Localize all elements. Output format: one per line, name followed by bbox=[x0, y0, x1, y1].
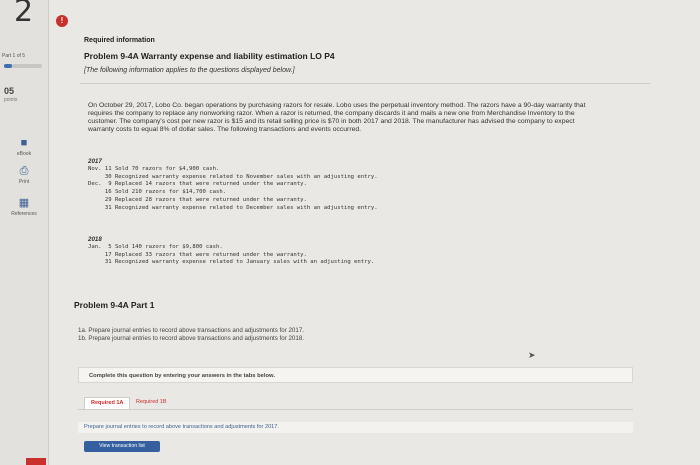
tab-required-1a[interactable]: Required 1A bbox=[84, 397, 131, 409]
print-label: Print bbox=[18, 179, 30, 185]
references-label: References bbox=[11, 211, 37, 217]
divider bbox=[80, 83, 650, 84]
book-icon: ■ bbox=[20, 137, 28, 149]
points-label: points bbox=[4, 97, 18, 103]
progress-fill bbox=[4, 64, 12, 68]
mouse-cursor-icon: ➤ bbox=[528, 350, 536, 360]
problem-paragraph: On October 29, 2017, Lobo Co. began oper… bbox=[88, 102, 586, 134]
print-button[interactable]: ⎙ Print bbox=[4, 165, 44, 186]
ebook-button[interactable]: ■ eBook bbox=[4, 137, 44, 158]
references-button[interactable]: ▦ References bbox=[4, 197, 44, 218]
transaction-row: Jan. 5 Sold 140 razors for $9,800 cash. bbox=[88, 243, 223, 250]
answer-tabs: Required 1A Required 1B bbox=[78, 397, 633, 410]
print-icon: ⎙ bbox=[19, 165, 29, 177]
part-instructions: 1a. Prepare journal entries to record ab… bbox=[78, 327, 304, 343]
tab-required-1b[interactable]: Required 1B bbox=[130, 397, 173, 408]
part-progress-bar bbox=[4, 64, 42, 68]
transaction-row: 31 Recognized warranty expense related t… bbox=[88, 259, 375, 266]
complete-question-message: Complete this question by entering your … bbox=[78, 367, 633, 383]
required-information-heading: Required information bbox=[84, 37, 155, 44]
instruction-1b: 1b. Prepare journal entries to record ab… bbox=[78, 335, 304, 342]
view-transaction-list-button[interactable]: View transaction list bbox=[84, 441, 160, 452]
applies-note: [The following information applies to th… bbox=[84, 67, 295, 74]
question-number: 2 bbox=[14, 0, 34, 29]
left-sidebar: 2 Part 1 of 5 05 points ■ eBook ⎙ Print … bbox=[0, 0, 49, 465]
part-indicator: Part 1 of 5 bbox=[2, 53, 26, 59]
transactions-2018: 2018 Jan. 5 Sold 140 razors for $9,800 c… bbox=[88, 236, 374, 267]
references-icon: ▦ bbox=[18, 197, 30, 209]
transaction-row: 16 Sold 210 razors for $14,700 cash. bbox=[88, 189, 227, 196]
transaction-row: 17 Replaced 33 razors that were returned… bbox=[88, 251, 307, 258]
ebook-label: eBook bbox=[16, 151, 32, 157]
instruction-1a: 1a. Prepare journal entries to record ab… bbox=[78, 327, 304, 334]
year-2018: 2018 bbox=[88, 236, 102, 243]
tab-instruction: Prepare journal entries to record above … bbox=[78, 422, 633, 433]
problem-title: Problem 9-4A Warranty expense and liabil… bbox=[84, 51, 335, 61]
transaction-row: 31 Recognized warranty expense related t… bbox=[88, 204, 378, 211]
part-title: Problem 9-4A Part 1 bbox=[74, 300, 155, 310]
year-2017: 2017 bbox=[88, 158, 102, 165]
transaction-row: Nov. 11 Sold 70 razors for $4,900 cash. bbox=[88, 165, 220, 172]
transaction-row: 29 Replaced 28 razors that were returned… bbox=[88, 196, 307, 203]
score-value: 05 bbox=[4, 86, 15, 96]
sidebar-red-marker bbox=[26, 458, 46, 465]
transactions-2017: 2017 Nov. 11 Sold 70 razors for $4,900 c… bbox=[88, 158, 378, 213]
transaction-row: Dec. 9 Replaced 14 razors that were retu… bbox=[88, 181, 307, 188]
info-badge-icon: ! bbox=[56, 15, 68, 27]
transaction-row: 30 Recognized warranty expense related t… bbox=[88, 173, 378, 180]
